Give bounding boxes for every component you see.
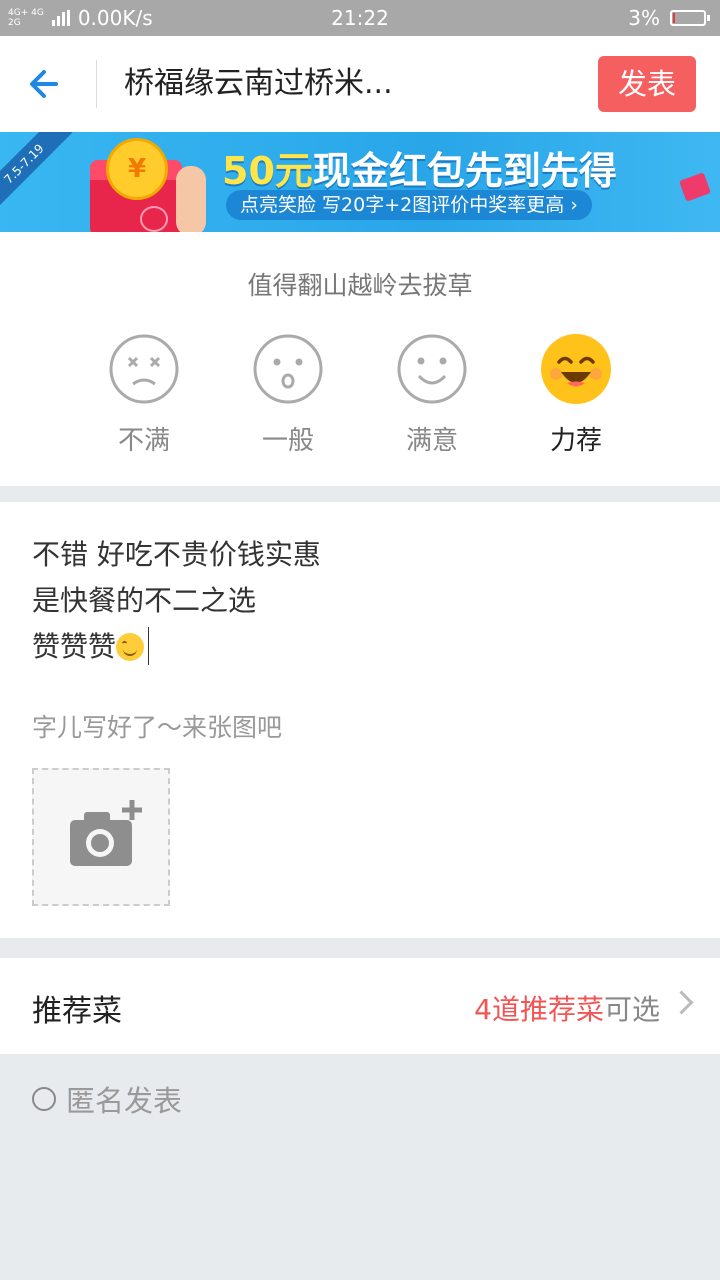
rating-section: 值得翻山越岭去拔草 不满 一般 满意 力荐 xyxy=(0,232,720,486)
date-ribbon: 7.5-7.19 xyxy=(0,132,75,215)
review-editor[interactable]: 不错 好吃不贵价钱实惠 是快餐的不二之选 赞赞赞 字儿写好了～来张图吧 xyxy=(0,502,720,938)
rating-option-satisfied[interactable]: 满意 xyxy=(377,334,487,457)
banner-headline-text: 现金红包先到先得 xyxy=(312,149,617,193)
review-line-last: 赞赞赞 xyxy=(32,624,321,670)
add-photo-button[interactable] xyxy=(32,768,170,906)
review-text-input[interactable]: 不错 好吃不贵价钱实惠 是快餐的不二之选 赞赞赞 xyxy=(32,532,321,670)
anonymous-toggle[interactable]: 匿名发表 xyxy=(32,1078,182,1120)
highly-recommend-face-icon xyxy=(541,334,611,404)
gift-icon xyxy=(679,172,711,202)
back-arrow-icon[interactable] xyxy=(22,62,72,106)
coin-icon: ¥ xyxy=(106,138,168,200)
review-line: 是快餐的不二之选 xyxy=(32,584,257,617)
rating-option-highly-recommend[interactable]: 力荐 xyxy=(521,334,631,457)
battery-percent: 3% xyxy=(628,6,660,30)
banner-subtext: 点亮笑脸 写20字+2图评价中奖率更高 › xyxy=(226,190,592,220)
rating-option-neutral[interactable]: 一般 xyxy=(233,334,343,457)
section-divider xyxy=(0,486,720,502)
neutral-face-icon xyxy=(253,334,323,404)
camera-plus-icon xyxy=(70,800,142,866)
banner-headline: 50元现金红包先到先得 xyxy=(222,140,617,195)
photo-hint: 字儿写好了～来张图吧 xyxy=(32,713,283,742)
rating-option-dissatisfied[interactable]: 不满 xyxy=(89,334,199,457)
dissatisfied-face-icon xyxy=(109,334,179,404)
recommended-dishes-count: 4道推荐菜可选 xyxy=(474,988,660,1028)
recommended-dishes-label: 推荐菜 xyxy=(32,994,122,1029)
dish-count: 4道推荐菜 xyxy=(474,993,604,1026)
dish-count-suffix: 可选 xyxy=(603,993,660,1026)
publish-button[interactable]: 发表 xyxy=(598,56,696,112)
status-bar: 4G+ 4G 2G 0.00K/s 21:22 3% xyxy=(0,0,720,36)
satisfied-face-icon xyxy=(397,334,467,404)
rating-prompt: 值得翻山越岭去拔草 xyxy=(247,271,473,300)
rating-label: 一般 xyxy=(261,426,314,456)
envelope-smiley-icon xyxy=(140,206,168,232)
review-line: 赞赞赞 xyxy=(32,630,117,663)
rating-label: 满意 xyxy=(405,426,458,456)
recommended-dishes-row[interactable]: 推荐菜 4道推荐菜可选 xyxy=(0,958,720,1054)
page-title: 桥福缘云南过桥米... xyxy=(124,66,393,101)
promo-banner[interactable]: 7.5-7.19 ¥ 50元现金红包先到先得 点亮笑脸 写20字+2图评价中奖率… xyxy=(0,132,720,232)
rating-label: 力荐 xyxy=(549,426,602,456)
clock: 21:22 xyxy=(331,6,389,30)
review-line: 不错 好吃不贵价钱实惠 xyxy=(32,538,321,571)
top-app-bar: 桥福缘云南过桥米... 发表 xyxy=(0,36,720,132)
smiley-emoji-icon xyxy=(116,633,145,661)
status-right: 3% xyxy=(628,6,710,30)
radio-icon[interactable] xyxy=(32,1087,56,1111)
banner-amount: 50元 xyxy=(222,149,313,193)
rating-label: 不满 xyxy=(117,426,170,456)
anonymous-label: 匿名发表 xyxy=(66,1084,183,1118)
text-cursor xyxy=(148,627,150,665)
hand-icon xyxy=(176,166,206,232)
battery-icon xyxy=(670,10,710,26)
chevron-right-icon xyxy=(669,990,694,1015)
header-divider xyxy=(96,60,97,108)
